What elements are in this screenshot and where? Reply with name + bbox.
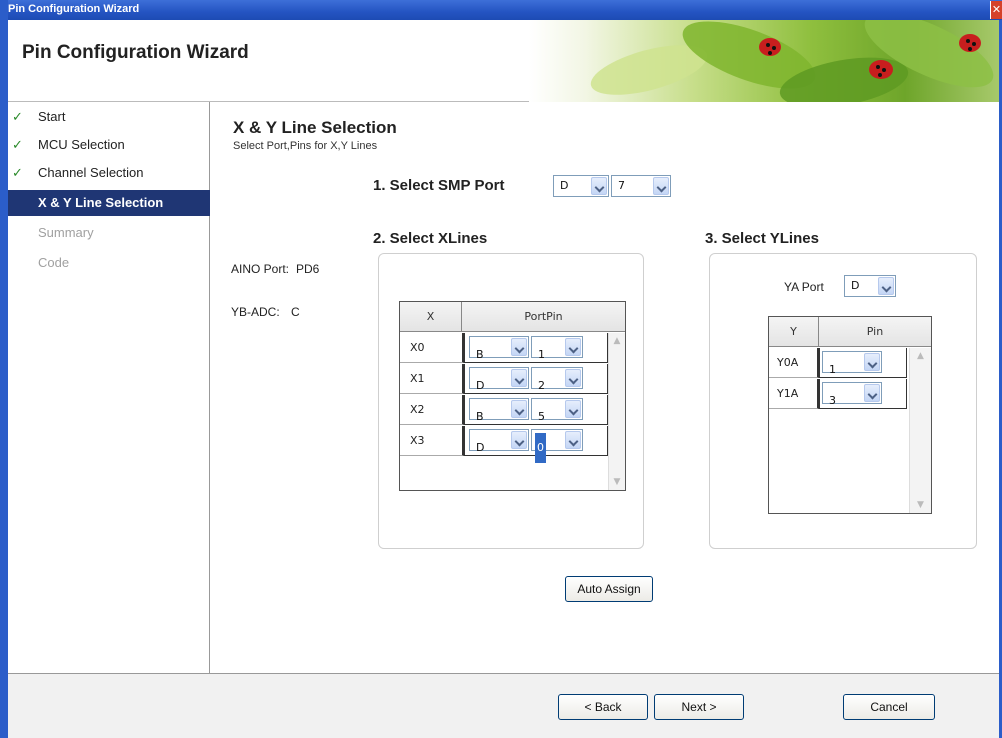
sidebar-item-mcu-selection[interactable]: ✓ MCU Selection bbox=[8, 132, 210, 158]
check-icon: ✓ bbox=[12, 165, 23, 180]
chevron-down-icon[interactable] bbox=[565, 431, 581, 449]
x-column-header: X bbox=[400, 302, 462, 332]
smp-port-dropdown[interactable]: D bbox=[553, 175, 609, 197]
wizard-header: Pin Configuration Wizard bbox=[8, 20, 999, 102]
sidebar-item-label: MCU Selection bbox=[38, 137, 125, 152]
x-line-name: X3 bbox=[400, 426, 464, 456]
ylines-panel: YA Port D Y Pin Y0A 1 Y1A 3 ▲ ▼ bbox=[709, 253, 977, 549]
sidebar-item-channel-selection[interactable]: ✓ Channel Selection bbox=[8, 160, 210, 186]
x-pin-dropdown[interactable]: 2 bbox=[531, 367, 583, 392]
chevron-down-icon[interactable] bbox=[565, 400, 581, 418]
sidebar-item-label: X & Y Line Selection bbox=[38, 195, 164, 210]
row-editor: D 2 bbox=[464, 364, 608, 394]
sidebar-item-code: Code bbox=[8, 250, 210, 276]
row-editor: 3 bbox=[819, 379, 907, 409]
chevron-down-icon[interactable] bbox=[511, 338, 527, 356]
pin-column-header: Pin bbox=[819, 317, 931, 347]
xlines-table-scrollbar[interactable]: ▲ ▼ bbox=[608, 333, 625, 490]
smp-port-value: D bbox=[560, 179, 569, 192]
row-editor: B 1 bbox=[464, 333, 608, 363]
select-xlines-label: 2. Select XLines bbox=[373, 230, 488, 247]
aino-port-value: PD6 bbox=[296, 262, 320, 276]
chevron-down-icon[interactable] bbox=[864, 384, 880, 402]
chevron-down-icon[interactable] bbox=[511, 400, 527, 418]
auto-assign-button[interactable]: Auto Assign bbox=[565, 576, 653, 602]
smp-pin-dropdown[interactable]: 7 bbox=[611, 175, 671, 197]
xlines-table: X PortPin X0 B 1 X1 D 2 X2 B 5 X3 D 0 ▲ … bbox=[399, 301, 626, 491]
yb-adc-label: YB-ADC: bbox=[231, 305, 280, 319]
y-line-name: Y0A bbox=[769, 348, 819, 378]
close-icon[interactable]: ✕ bbox=[990, 1, 1002, 19]
x-port-value: D bbox=[476, 441, 485, 454]
ylines-table: Y Pin Y0A 1 Y1A 3 ▲ ▼ bbox=[768, 316, 932, 514]
chevron-down-icon[interactable] bbox=[591, 177, 607, 195]
y-column-header: Y bbox=[769, 317, 819, 347]
yb-adc-value: C bbox=[291, 305, 300, 319]
window-title: Pin Configuration Wizard bbox=[8, 3, 140, 15]
chevron-down-icon[interactable] bbox=[653, 177, 669, 195]
x-port-dropdown[interactable]: B bbox=[469, 398, 529, 423]
select-ylines-label: 3. Select YLines bbox=[705, 230, 819, 247]
aino-port-label: AINO Port: bbox=[231, 262, 290, 276]
scroll-up-icon[interactable]: ▲ bbox=[910, 348, 931, 364]
ya-port-dropdown[interactable]: D bbox=[844, 275, 896, 297]
y-pin-dropdown[interactable]: 3 bbox=[822, 382, 882, 407]
x-line-name: X1 bbox=[400, 364, 464, 394]
y-line-name: Y1A bbox=[769, 379, 819, 409]
cancel-button[interactable]: Cancel bbox=[843, 694, 935, 720]
chevron-down-icon[interactable] bbox=[864, 353, 880, 371]
wizard-content: X & Y Line Selection Select Port,Pins fo… bbox=[211, 102, 999, 673]
xlines-panel: X PortPin X0 B 1 X1 D 2 X2 B 5 X3 D 0 ▲ … bbox=[378, 253, 644, 549]
x-pin-value: 0 bbox=[535, 433, 546, 463]
scroll-down-icon[interactable]: ▼ bbox=[910, 497, 931, 513]
wizard-steps-sidebar: ✓ Start ✓ MCU Selection ✓ Channel Select… bbox=[8, 102, 210, 673]
x-pin-dropdown[interactable]: 0 bbox=[531, 429, 583, 463]
portpin-column-header: PortPin bbox=[462, 302, 625, 332]
row-editor: B 5 bbox=[464, 395, 608, 425]
scroll-up-icon[interactable]: ▲ bbox=[609, 333, 625, 349]
chevron-down-icon[interactable] bbox=[565, 338, 581, 356]
chevron-down-icon[interactable] bbox=[511, 431, 527, 449]
scroll-down-icon[interactable]: ▼ bbox=[609, 474, 625, 490]
page-title: X & Y Line Selection bbox=[233, 118, 397, 137]
y-pin-dropdown[interactable]: 1 bbox=[822, 351, 882, 376]
x-pin-dropdown[interactable]: 5 bbox=[531, 398, 583, 423]
select-smp-port-label: 1. Select SMP Port bbox=[373, 177, 505, 194]
y-pin-value: 3 bbox=[829, 394, 836, 407]
page-subtitle: Select Port,Pins for X,Y Lines bbox=[233, 140, 378, 152]
sidebar-item-label: Start bbox=[38, 109, 66, 124]
wizard-footer: < Back Next > Cancel bbox=[8, 673, 999, 738]
chevron-down-icon[interactable] bbox=[878, 277, 894, 295]
window-frame-left bbox=[0, 20, 8, 738]
chevron-down-icon[interactable] bbox=[565, 369, 581, 387]
wizard-title: Pin Configuration Wizard bbox=[22, 42, 249, 63]
window-titlebar: Pin Configuration Wizard ✕ bbox=[0, 0, 1002, 20]
x-line-name: X0 bbox=[400, 333, 464, 363]
row-editor: D 0 bbox=[464, 426, 608, 463]
x-pin-dropdown[interactable]: 1 bbox=[531, 336, 583, 361]
sidebar-item-summary: Summary bbox=[8, 220, 210, 246]
row-editor: 1 bbox=[819, 348, 907, 378]
ya-port-value: D bbox=[851, 279, 860, 292]
check-icon: ✓ bbox=[12, 109, 23, 124]
sidebar-item-xy-line-selection[interactable]: X & Y Line Selection bbox=[8, 190, 210, 216]
check-icon: ✓ bbox=[12, 137, 23, 152]
x-port-dropdown[interactable]: D bbox=[469, 429, 529, 454]
chevron-down-icon[interactable] bbox=[511, 369, 527, 387]
sidebar-item-label: Code bbox=[38, 255, 70, 270]
ylines-table-scrollbar[interactable]: ▲ ▼ bbox=[909, 348, 931, 513]
next-button[interactable]: Next > bbox=[654, 694, 744, 720]
sidebar-item-start[interactable]: ✓ Start bbox=[8, 104, 210, 130]
sidebar-item-label: Channel Selection bbox=[38, 165, 144, 180]
x-port-dropdown[interactable]: B bbox=[469, 336, 529, 361]
smp-pin-value: 7 bbox=[618, 179, 625, 192]
ladybug-banner-image bbox=[529, 20, 999, 102]
sidebar-item-label: Summary bbox=[38, 225, 94, 240]
ya-port-label: YA Port bbox=[784, 280, 824, 294]
x-line-name: X2 bbox=[400, 395, 464, 425]
back-button[interactable]: < Back bbox=[558, 694, 648, 720]
x-port-dropdown[interactable]: D bbox=[469, 367, 529, 392]
